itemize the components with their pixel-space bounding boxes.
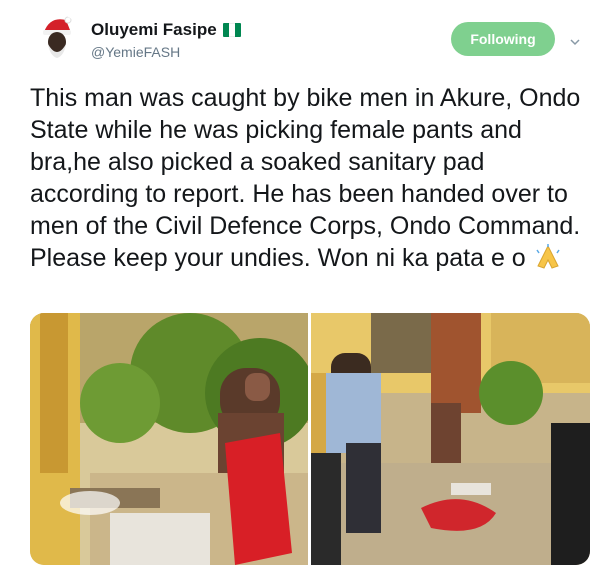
avatar[interactable] bbox=[34, 14, 80, 60]
display-name[interactable]: Oluyemi Fasipe bbox=[91, 20, 241, 40]
tweet-media bbox=[30, 313, 590, 565]
santa-hat-portrait-icon bbox=[34, 14, 80, 60]
tweet-text: This man was caught by bike men in Akure… bbox=[30, 82, 582, 278]
display-name-text: Oluyemi Fasipe bbox=[91, 20, 217, 39]
folded-hands-emoji-icon bbox=[533, 244, 563, 278]
tweet-body: This man was caught by bike men in Akure… bbox=[30, 84, 581, 272]
photo-man-with-red-clothes[interactable] bbox=[30, 313, 308, 565]
user-handle[interactable]: @YemieFASH bbox=[91, 44, 180, 60]
nigeria-flag-icon bbox=[222, 23, 241, 37]
photo-courtyard-scene[interactable] bbox=[311, 313, 590, 565]
chevron-down-icon[interactable] bbox=[570, 34, 580, 46]
following-button[interactable]: Following bbox=[451, 22, 555, 56]
